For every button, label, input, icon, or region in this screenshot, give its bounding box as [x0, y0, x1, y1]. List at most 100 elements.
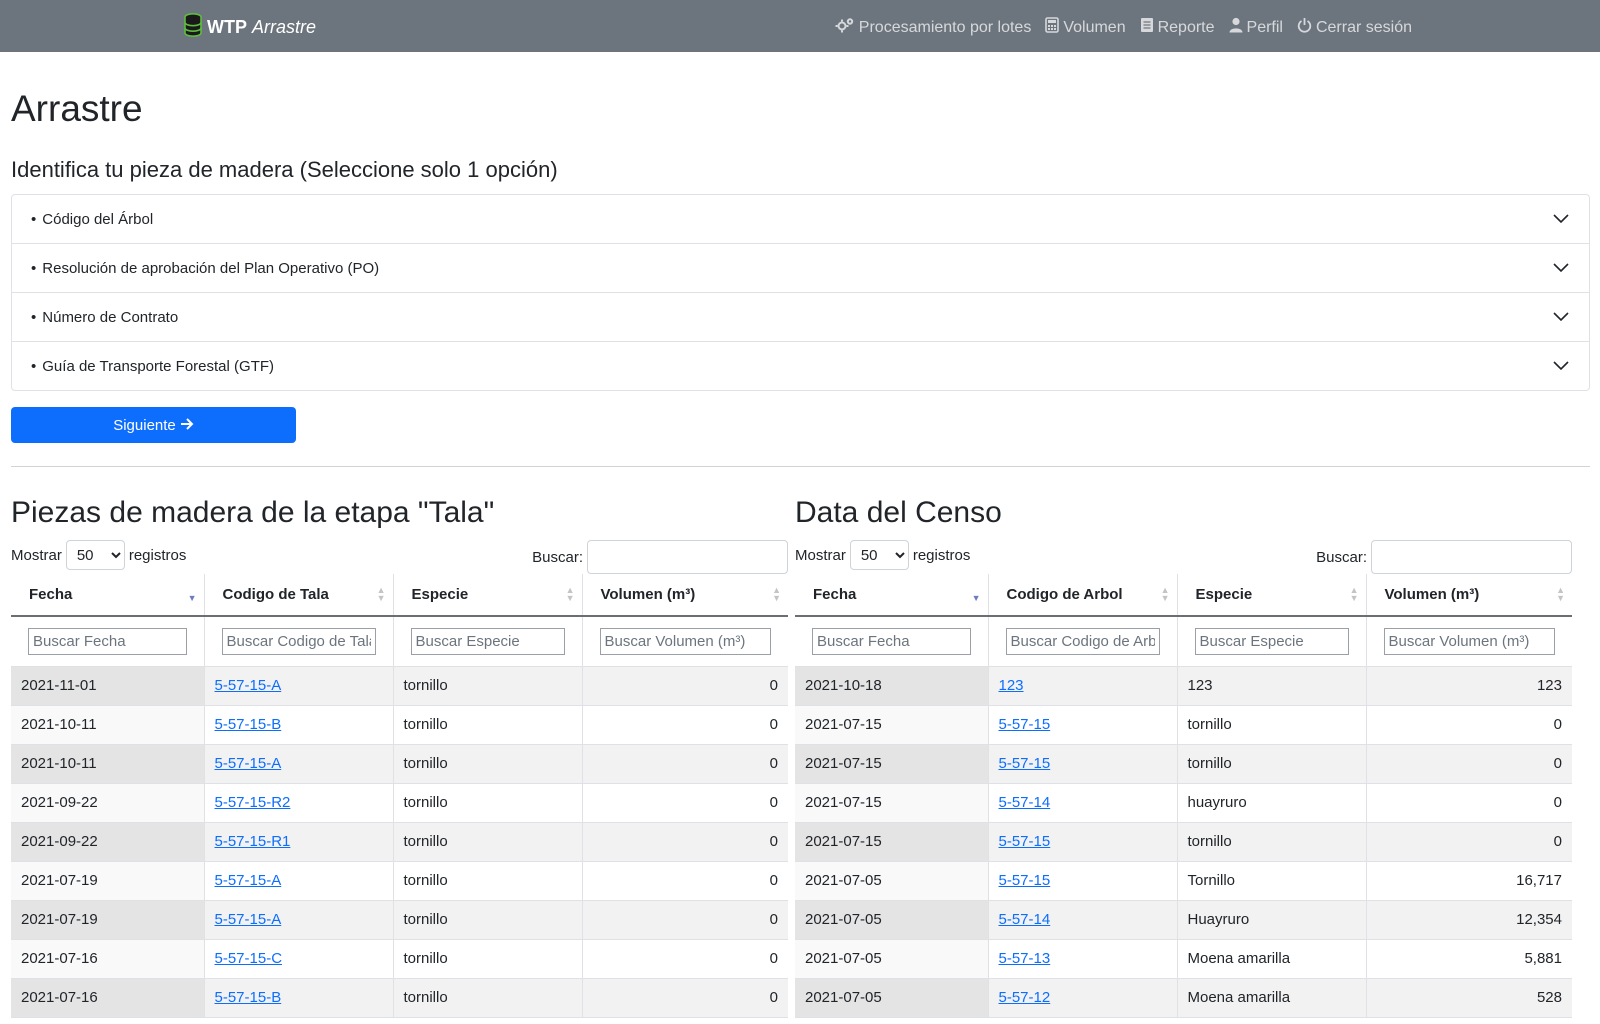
cell-especie: tornillo: [393, 783, 583, 823]
column-header-especie[interactable]: Especie ▲ ▼: [1177, 574, 1367, 617]
cell-fecha: 2021-07-19: [11, 900, 205, 940]
cell-especie: tornillo: [393, 978, 583, 1018]
code-link[interactable]: 5-57-15-B: [215, 716, 282, 733]
sort-icon: ▲ ▼: [1160, 585, 1170, 603]
code-link[interactable]: 5-57-15: [999, 755, 1051, 772]
cell-especie: tornillo: [393, 744, 583, 784]
cell-volumen: 123: [1366, 666, 1572, 706]
search-label: Buscar:: [532, 548, 583, 566]
code-link[interactable]: 5-57-15-C: [215, 950, 283, 967]
censo-table: Fecha ▼ Codigo de Arbol ▲ ▼ Especie ▲ ▼ Volum…: [795, 574, 1572, 1018]
column-header-volumen[interactable]: Volumen (m³) ▲ ▼: [1366, 574, 1572, 617]
table-row: 2021-09-22 5-57-15-R2 tornillo 0: [11, 783, 788, 823]
cell-especie: Moena amarilla: [1177, 978, 1367, 1018]
cell-especie: tornillo: [393, 861, 583, 901]
cell-codigo: 5-57-14: [988, 783, 1178, 823]
code-link[interactable]: 5-57-13: [999, 950, 1051, 967]
cell-volumen: 0: [582, 783, 788, 823]
cell-volumen: 0: [582, 744, 788, 784]
length-label: Mostrar: [11, 546, 62, 564]
code-link[interactable]: 5-57-14: [999, 911, 1051, 928]
cell-codigo: 5-57-15-R2: [204, 783, 394, 823]
cell-especie: tornillo: [393, 939, 583, 979]
code-link[interactable]: 5-57-15-A: [215, 911, 282, 928]
column-header-especie[interactable]: Especie ▲ ▼: [393, 574, 583, 617]
code-link[interactable]: 5-57-15-A: [215, 677, 282, 694]
code-link[interactable]: 5-57-15: [999, 872, 1051, 889]
filter-fecha-input[interactable]: [28, 627, 187, 655]
tala-table: Fecha ▼ Codigo de Tala ▲ ▼ Especie ▲ ▼ Volume…: [11, 574, 788, 1018]
code-link[interactable]: 123: [999, 677, 1024, 694]
code-link[interactable]: 5-57-12: [999, 989, 1051, 1006]
filter-volumen-input[interactable]: [599, 627, 771, 655]
table-row: 2021-07-19 5-57-15-A tornillo 0: [11, 900, 788, 940]
code-link[interactable]: 5-57-15-R1: [215, 833, 291, 850]
cell-fecha: 2021-07-05: [795, 939, 989, 979]
cell-volumen: 12,354: [1366, 900, 1572, 940]
cell-volumen: 0: [1366, 822, 1572, 862]
cell-fecha: 2021-07-15: [795, 822, 989, 862]
cell-volumen: 0: [582, 900, 788, 940]
cell-especie: Huayruro: [1177, 900, 1367, 940]
cell-especie: huayruro: [1177, 783, 1367, 823]
code-link[interactable]: 5-57-15-A: [215, 872, 282, 889]
table-row: 2021-07-05 5-57-15 Tornillo 16,717: [795, 861, 1572, 901]
sort-icon: ▲ ▼: [772, 585, 781, 603]
tala-section: Piezas de madera de la etapa "Tala" Most…: [11, 0, 788, 1024]
column-header-fecha[interactable]: Fecha ▼: [795, 574, 989, 617]
cell-especie: tornillo: [393, 900, 583, 940]
column-header-codigo-arbol[interactable]: Codigo de Arbol ▲ ▼: [988, 574, 1178, 617]
cell-especie: 123: [1177, 666, 1367, 706]
sort-icon: ▲ ▼: [1349, 585, 1359, 603]
cell-fecha: 2021-07-16: [11, 978, 205, 1018]
cell-fecha: 2021-09-22: [11, 783, 205, 823]
code-link[interactable]: 5-57-14: [999, 794, 1051, 811]
sort-desc-icon: ▼: [187, 593, 197, 603]
cell-especie: Moena amarilla: [1177, 939, 1367, 979]
code-link[interactable]: 5-57-15: [999, 716, 1051, 733]
tala-length-select[interactable]: 50: [65, 540, 125, 570]
column-header-fecha[interactable]: Fecha ▼: [11, 574, 205, 617]
length-suffix: registros: [912, 546, 971, 564]
cell-fecha: 2021-07-05: [795, 861, 989, 901]
filter-codigo-input[interactable]: [1005, 627, 1160, 655]
tala-search-input[interactable]: [587, 540, 788, 574]
code-link[interactable]: 5-57-15-A: [215, 755, 282, 772]
search-label: Buscar:: [1316, 548, 1367, 566]
tala-length-control: Mostrar 50 registros: [11, 540, 186, 570]
sort-icon: ▲ ▼: [565, 585, 575, 603]
cell-volumen: 0: [582, 705, 788, 745]
cell-codigo: 5-57-15-A: [204, 861, 394, 901]
filter-volumen-input[interactable]: [1383, 627, 1555, 655]
cell-volumen: 0: [582, 939, 788, 979]
cell-codigo: 5-57-15-A: [204, 666, 394, 706]
filter-especie-input[interactable]: [1194, 627, 1349, 655]
cell-volumen: 0: [582, 822, 788, 862]
tala-title: Piezas de madera de la etapa "Tala": [11, 496, 495, 529]
censo-length-control: Mostrar 50 registros: [795, 540, 970, 570]
column-header-volumen[interactable]: Volumen (m³) ▲ ▼: [582, 574, 788, 617]
cell-fecha: 2021-07-05: [795, 900, 989, 940]
code-link[interactable]: 5-57-15-R2: [215, 794, 291, 811]
filter-especie-input[interactable]: [410, 627, 565, 655]
table-row: 2021-07-19 5-57-15-A tornillo 0: [11, 861, 788, 901]
filter-fecha-input[interactable]: [812, 627, 971, 655]
tala-search: Buscar:: [532, 540, 788, 574]
censo-title: Data del Censo: [795, 496, 1002, 529]
code-link[interactable]: 5-57-15: [999, 833, 1051, 850]
cell-volumen: 0: [582, 666, 788, 706]
censo-search: Buscar:: [1316, 540, 1572, 574]
censo-search-input[interactable]: [1371, 540, 1572, 574]
column-header-codigo-tala[interactable]: Codigo de Tala ▲ ▼: [204, 574, 394, 617]
cell-especie: tornillo: [1177, 744, 1367, 784]
table-row: 2021-11-01 5-57-15-A tornillo 0: [11, 666, 788, 706]
censo-section: Data del Censo Mostrar 50 registros Busc…: [795, 0, 1572, 1024]
cell-codigo: 5-57-15-C: [204, 939, 394, 979]
censo-length-select[interactable]: 50: [849, 540, 909, 570]
cell-codigo: 5-57-15-A: [204, 744, 394, 784]
code-link[interactable]: 5-57-15-B: [215, 989, 282, 1006]
filter-codigo-input[interactable]: [221, 627, 376, 655]
length-label: Mostrar: [795, 546, 846, 564]
cell-fecha: 2021-07-16: [11, 939, 205, 979]
table-row: 2021-10-11 5-57-15-B tornillo 0: [11, 705, 788, 745]
